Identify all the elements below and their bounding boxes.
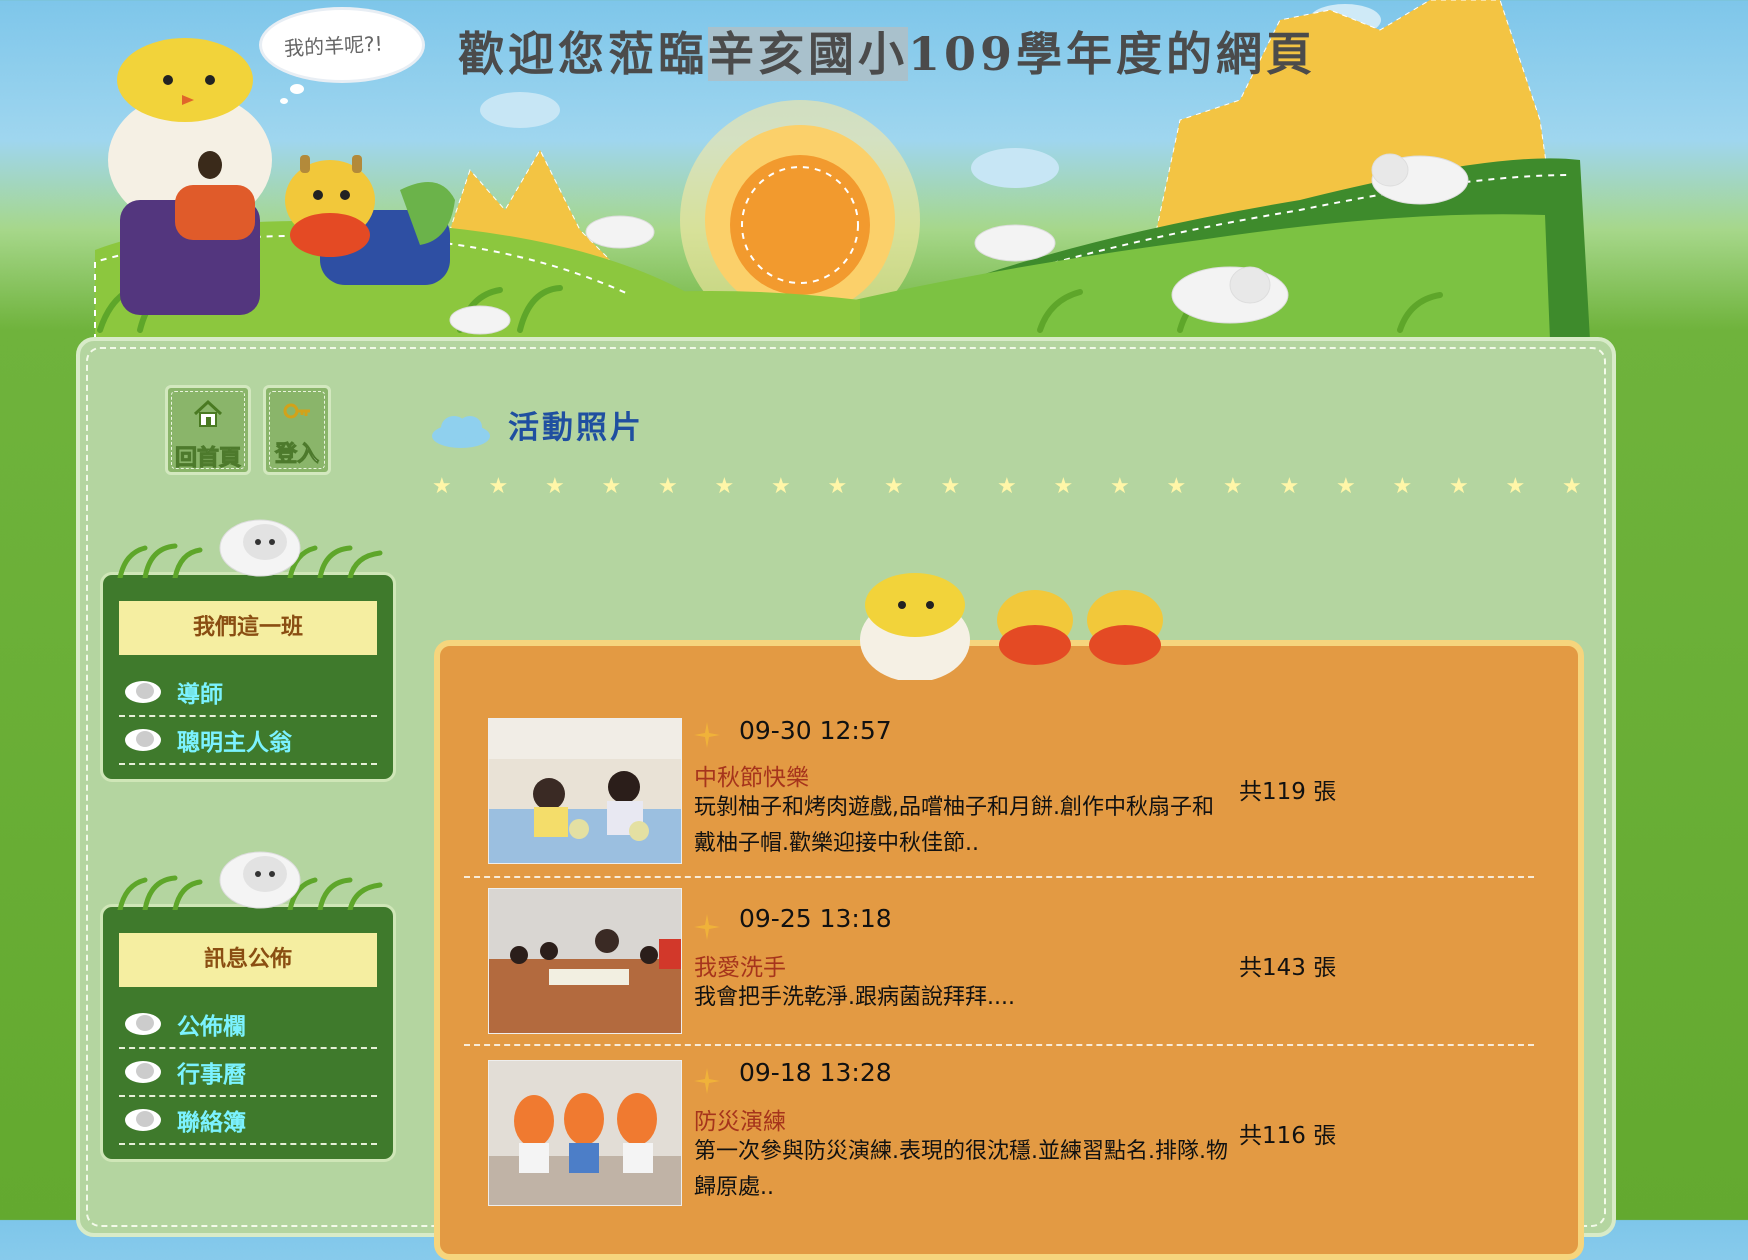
- album-title[interactable]: 防災演練: [694, 1102, 786, 1136]
- sparkle-icon: [694, 1068, 720, 1094]
- sidebar-link-label: 聯絡簿: [177, 1110, 246, 1136]
- site-title: 歡迎您蒞臨辛亥國小109學年度的網頁: [458, 18, 1316, 84]
- album-photo-count: 共116 張: [1239, 1123, 1337, 1149]
- sidebar-link-smart-owner[interactable]: 聰明主人翁: [119, 717, 377, 765]
- row-divider: [464, 1044, 1534, 1046]
- sheep-icon: [123, 727, 165, 753]
- album-row: 09-30 12:57 中秋節快樂 玩剝柚子和烤肉遊戲,品嚐柚子和月餅.創作中秋…: [464, 710, 1534, 880]
- album-thumbnail[interactable]: [488, 888, 682, 1034]
- home-button-label: 回首頁: [174, 446, 241, 472]
- grass-decoration: [100, 508, 396, 581]
- sidebar-link-label: 行事曆: [177, 1062, 246, 1088]
- album-thumbnail[interactable]: [488, 1060, 682, 1206]
- sidebar-box-heading: 訊息公佈: [119, 933, 377, 987]
- album-date: 09-18 13:28: [739, 1058, 892, 1087]
- album-row: 09-18 13:28 防災演練 第一次參與防災演練.表現的很沈穩.並練習點名.…: [464, 1048, 1534, 1220]
- album-description: 第一次參與防災演練.表現的很沈穩.並練習點名.排隊.物歸原處..: [694, 1139, 1228, 1200]
- login-button[interactable]: 登入: [263, 385, 331, 475]
- cloud-icon: [432, 416, 490, 448]
- key-icon: [266, 398, 328, 432]
- site-title-prefix: 歡迎您蒞臨: [458, 27, 708, 81]
- sheep-icon: [123, 1011, 165, 1037]
- sidebar-box-our-class: 我們這一班 導師 聰明主人翁: [100, 508, 396, 782]
- sidebar-box-body: 訊息公佈 公佈欄 行事曆 聯絡簿: [100, 904, 396, 1162]
- sidebar-link-label: 公佈欄: [177, 1014, 246, 1040]
- sidebar-box-announcements: 訊息公佈 公佈欄 行事曆 聯絡簿: [100, 840, 396, 1162]
- site-title-suffix: 109學年度的網頁: [908, 27, 1317, 81]
- album-thumbnail[interactable]: [488, 718, 682, 864]
- star-divider: ★ ★ ★ ★ ★ ★ ★ ★ ★ ★ ★ ★ ★ ★ ★ ★ ★ ★ ★ ★ ★: [432, 474, 1582, 499]
- sidebar-link-teacher[interactable]: 導師: [119, 669, 377, 717]
- album-title[interactable]: 我愛洗手: [694, 948, 786, 982]
- grass-decoration: [100, 840, 396, 913]
- album-date: 09-30 12:57: [739, 716, 892, 745]
- sidebar-box-body: 我們這一班 導師 聰明主人翁: [100, 572, 396, 782]
- speech-bubble: 我的羊呢?!: [262, 10, 422, 80]
- section-title: 活動照片: [508, 410, 644, 446]
- sparkle-icon: [694, 722, 720, 748]
- sidebar-link-calendar[interactable]: 行事曆: [119, 1049, 377, 1097]
- bubble-dot: [280, 98, 288, 104]
- album-description: 我會把手洗乾淨.跟病菌說拜拜....: [694, 985, 1015, 1010]
- album-photo-count: 共143 張: [1239, 955, 1337, 981]
- sheep-icon: [123, 1059, 165, 1085]
- home-button[interactable]: 回首頁: [165, 385, 251, 475]
- album-description: 玩剝柚子和烤肉遊戲,品嚐柚子和月餅.創作中秋扇子和戴柚子帽.歡樂迎接中秋佳節..: [694, 795, 1214, 856]
- album-date: 09-25 13:18: [739, 904, 892, 933]
- sidebar-link-contact-book[interactable]: 聯絡簿: [119, 1097, 377, 1145]
- sidebar-link-label: 聰明主人翁: [177, 730, 292, 756]
- sidebar-box-heading: 我們這一班: [119, 601, 377, 655]
- login-button-label: 登入: [274, 442, 319, 468]
- album-row: 09-25 13:18 我愛洗手 我會把手洗乾淨.跟病菌說拜拜.... 共143…: [464, 880, 1534, 1048]
- bubble-dot: [290, 84, 304, 94]
- sidebar-link-bulletin[interactable]: 公佈欄: [119, 1001, 377, 1049]
- row-divider: [464, 876, 1534, 878]
- mascot-decoration: [860, 573, 1163, 680]
- album-photo-count: 共119 張: [1239, 779, 1337, 805]
- house-icon: [168, 398, 248, 436]
- sidebar-link-label: 導師: [177, 682, 223, 708]
- sheep-icon: [123, 1107, 165, 1133]
- site-title-highlight: 辛亥國小: [708, 27, 908, 81]
- sparkle-icon: [694, 914, 720, 940]
- sheep-icon: [123, 679, 165, 705]
- album-title[interactable]: 中秋節快樂: [694, 758, 809, 792]
- speech-bubble-text: 我的羊呢?!: [283, 31, 384, 61]
- header-banner: 我的羊呢?! 歡迎您蒞臨辛亥國小109學年度的網頁: [0, 0, 1748, 340]
